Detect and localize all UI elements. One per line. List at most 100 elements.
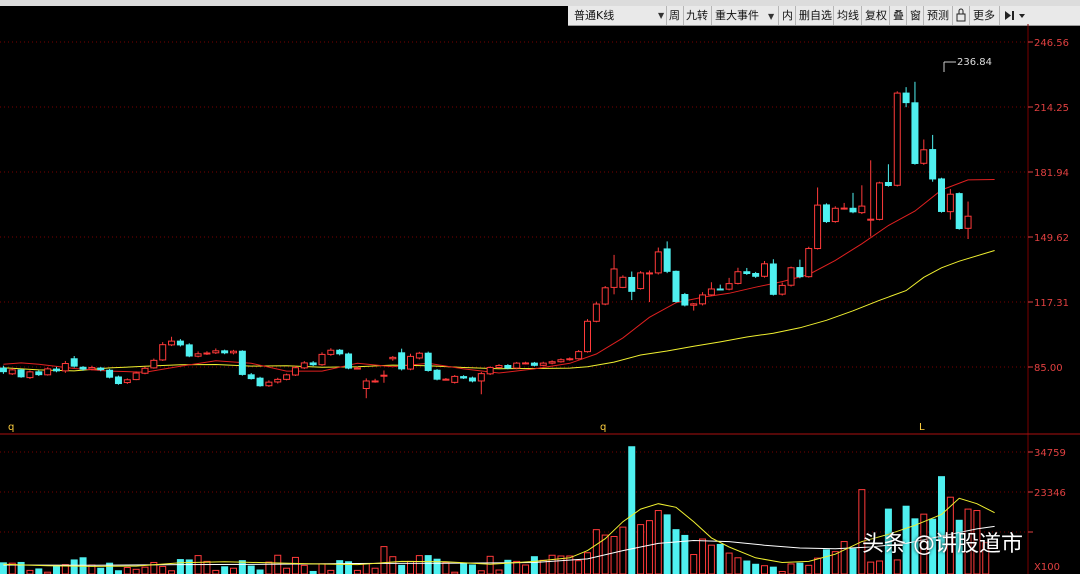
candle-body <box>876 182 884 220</box>
volume-bar <box>212 569 220 574</box>
candle-body <box>88 366 96 370</box>
candle-body <box>920 149 928 164</box>
volume-bar <box>53 565 60 574</box>
candle-body <box>442 378 450 381</box>
candle-body <box>247 374 255 380</box>
candle-body <box>539 362 547 366</box>
candle-body <box>805 248 813 278</box>
volume-bar <box>468 564 476 574</box>
candle-body <box>787 267 795 286</box>
volume-bar <box>291 556 299 574</box>
volume-bar <box>380 546 388 574</box>
candle-body <box>212 350 220 354</box>
stock-chart: 246.56 214.25 181.94 149.62 117.31 85.00… <box>0 24 1080 574</box>
volume-bar <box>256 569 264 574</box>
candle-body <box>468 377 476 382</box>
candle-body <box>734 271 742 284</box>
candle-body <box>486 366 494 375</box>
candle-body <box>345 353 353 369</box>
volume-bar <box>769 566 777 574</box>
candle-body <box>389 356 397 360</box>
volume-bar <box>486 555 494 574</box>
candle-body <box>291 367 299 376</box>
price-tick-label: 85.00 <box>1034 363 1063 374</box>
max-price-label: 236.84 <box>957 57 992 68</box>
candle-body <box>681 294 689 306</box>
volume-bar <box>876 560 884 574</box>
candle-body <box>761 263 768 277</box>
volume-bar <box>743 560 751 574</box>
candle-body <box>477 373 485 382</box>
price-axis: 246.56 214.25 181.94 149.62 117.31 85.00… <box>1034 38 1069 573</box>
candle-body <box>938 178 945 212</box>
candle-body <box>725 283 733 290</box>
candle-body <box>8 369 16 375</box>
volume-bar <box>672 529 680 574</box>
candle-body <box>548 361 556 364</box>
candle-body <box>106 369 114 378</box>
candle-body <box>380 374 388 377</box>
candle-body <box>619 276 627 288</box>
candle-body <box>353 367 361 370</box>
candle-body <box>168 340 176 346</box>
candle-body <box>584 320 591 353</box>
volume-bar <box>35 568 43 574</box>
volume-bar <box>849 548 857 574</box>
candle-body <box>283 374 291 380</box>
candle-body <box>159 344 167 361</box>
volume-bar <box>548 554 556 574</box>
volume-bar <box>592 529 600 574</box>
volume-bar <box>203 560 211 574</box>
candle-body <box>778 284 786 295</box>
candle-body <box>362 380 370 389</box>
candle-body <box>371 380 379 383</box>
candle-body <box>407 355 414 370</box>
volume-bar <box>628 446 636 574</box>
candle-body <box>17 369 25 378</box>
chart-annotations: 236.84 q q L <box>8 57 992 433</box>
volume-bar <box>283 567 291 574</box>
candle-body <box>796 267 804 278</box>
candle-body <box>0 367 7 373</box>
candle-body <box>884 182 892 186</box>
candle-body <box>946 193 954 213</box>
candle-body <box>592 303 600 322</box>
candle-body <box>893 92 901 186</box>
volume-bar <box>442 561 450 574</box>
candle-body <box>911 102 919 164</box>
signal-marker: q <box>600 422 606 433</box>
volume-bar <box>362 563 370 574</box>
candle-body <box>637 272 645 290</box>
volume-bar <box>389 556 397 574</box>
volume-bar <box>707 544 715 574</box>
candle-body <box>530 362 538 366</box>
volume-bar <box>176 559 184 574</box>
volume-bar <box>221 566 229 574</box>
candle-body <box>309 362 317 366</box>
volume-tick-label: 23346 <box>1034 488 1066 499</box>
candle-body <box>53 368 60 372</box>
volume-series <box>0 446 990 574</box>
volume-bar <box>761 565 768 574</box>
volume-bar <box>752 563 760 574</box>
volume-tick-label: 34759 <box>1034 448 1066 459</box>
candle-body <box>654 251 662 274</box>
candle-body <box>221 350 229 354</box>
signal-marker: L <box>919 422 925 433</box>
candle-body <box>114 376 122 385</box>
volume-bar <box>787 563 795 574</box>
candle-body <box>26 371 34 379</box>
candle-body <box>513 362 521 369</box>
candle-body <box>203 352 211 355</box>
candle-body <box>327 349 335 355</box>
volume-bar <box>805 564 813 574</box>
candle-body <box>460 376 468 379</box>
volume-bar <box>840 541 848 574</box>
candle-body <box>699 294 707 305</box>
volume-bar <box>97 567 105 574</box>
candle-body <box>566 358 574 361</box>
volume-bar <box>814 557 822 574</box>
signal-marker: q <box>8 422 14 433</box>
candle-body <box>504 365 512 369</box>
volume-bar <box>725 552 733 574</box>
